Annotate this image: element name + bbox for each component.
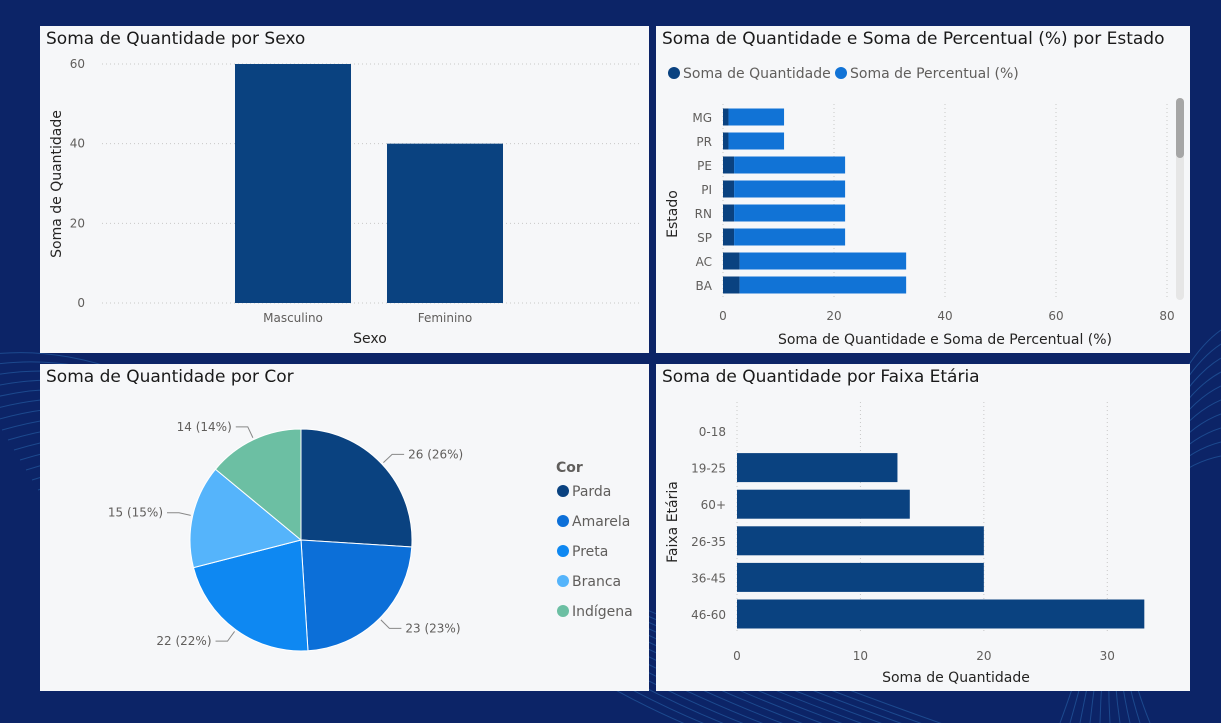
y-axis-title: Estado: [665, 190, 681, 238]
chart-estado: Soma de Quantidade Soma de Percentual (%)…: [665, 66, 1184, 348]
scrollbar-thumb[interactable]: [1176, 98, 1184, 158]
data-label: 26 (26%): [408, 447, 463, 461]
y-tick-label: 0-18: [699, 425, 726, 439]
bar-36-45[interactable]: [737, 562, 984, 592]
bar-rn-quantidade[interactable]: [723, 204, 735, 222]
bar-ac-percentual[interactable]: [739, 252, 907, 270]
panel-faixa[interactable]: Soma de Quantidade por Faixa Etária 0 10 2…: [656, 364, 1190, 691]
y-tick-label: 0: [77, 296, 85, 310]
y-tick-label: 36-45: [691, 571, 726, 585]
bar-pr-quantidade[interactable]: [723, 132, 729, 150]
y-tick-label: 20: [70, 216, 85, 230]
data-label: 15 (15%): [108, 506, 163, 520]
x-tick-label: 80: [1159, 309, 1174, 323]
y-tick-label: 46-60: [691, 608, 726, 622]
bar-ba-percentual[interactable]: [739, 276, 907, 294]
x-tick-label: 40: [937, 309, 952, 323]
x-tick-label: 0: [733, 649, 741, 663]
leader-line: [383, 453, 405, 464]
legend-marker: [557, 605, 569, 617]
bar-pe-quantidade[interactable]: [723, 156, 735, 174]
leader-line: [167, 512, 191, 516]
legend-label[interactable]: Indígena: [572, 604, 633, 620]
y-axis-title: Soma de Quantidade: [49, 110, 65, 258]
data-label: 22 (22%): [156, 634, 211, 648]
legend-label[interactable]: Amarela: [572, 514, 630, 530]
x-tick-label: 0: [719, 309, 727, 323]
bar-pe-percentual[interactable]: [734, 156, 846, 174]
bar-mg-percentual[interactable]: [728, 108, 785, 126]
bar-60plus[interactable]: [737, 489, 910, 519]
x-tick-label: 20: [826, 309, 841, 323]
panel-cor[interactable]: Soma de Quantidade por Cor 26 (26%) 23 (2…: [40, 364, 649, 691]
y-tick-label: 26-35: [691, 535, 726, 549]
x-axis-title: Sexo: [353, 331, 387, 347]
y-tick-label: PI: [701, 183, 712, 197]
leader-line: [235, 426, 254, 438]
bar-ba-quantidade[interactable]: [723, 276, 740, 294]
legend-marker: [835, 67, 847, 79]
panel-sexo[interactable]: Soma de Quantidade por Sexo 0 20 40 60 Mascu…: [40, 26, 649, 353]
pie-slice-amarela[interactable]: [300, 539, 413, 652]
bar-19-25[interactable]: [737, 453, 898, 483]
legend-label[interactable]: Branca: [572, 574, 621, 590]
legend-title: Cor: [556, 460, 583, 476]
bar-pi-quantidade[interactable]: [723, 180, 735, 198]
y-tick-label: RN: [695, 207, 712, 221]
chart-cor: 26 (26%) 23 (23%) 22 (22%) 15 (15%) 14 (14%)…: [108, 420, 633, 652]
y-tick-label: AC: [696, 255, 712, 269]
y-tick-label: 60+: [701, 498, 726, 512]
x-tick-label: 60: [1048, 309, 1063, 323]
legend-label[interactable]: Parda: [572, 484, 611, 500]
panel-estado[interactable]: Soma de Quantidade e Soma de Percentual …: [656, 26, 1190, 353]
x-tick-label: Masculino: [263, 311, 323, 325]
x-tick-label: 20: [976, 649, 991, 663]
y-tick-label: 40: [70, 137, 85, 151]
bar-rn-percentual[interactable]: [734, 204, 846, 222]
bar-feminino[interactable]: [387, 143, 503, 303]
bar-pr-percentual[interactable]: [728, 132, 785, 150]
data-label: 23 (23%): [405, 621, 460, 635]
bar-pi-percentual[interactable]: [734, 180, 846, 198]
leader-line: [215, 631, 235, 642]
x-tick-label: Feminino: [418, 311, 473, 325]
y-tick-label: 19-25: [691, 462, 726, 476]
pie-slice-parda[interactable]: [300, 428, 413, 548]
bar-26-35[interactable]: [737, 526, 984, 556]
legend-marker: [557, 515, 569, 527]
chart-sexo: 0 20 40 60 Masculino Feminino Sexo Soma de Quan…: [49, 57, 640, 347]
legend-marker: [557, 485, 569, 497]
legend-marker: [668, 67, 680, 79]
x-axis-title: Soma de Quantidade: [882, 670, 1030, 686]
y-tick-label: BA: [696, 279, 713, 293]
bar-sp-quantidade[interactable]: [723, 228, 735, 246]
x-tick-label: 10: [853, 649, 868, 663]
legend-label[interactable]: Preta: [572, 544, 608, 560]
y-tick-label: SP: [697, 231, 712, 245]
data-label: 14 (14%): [177, 420, 232, 434]
bar-ac-quantidade[interactable]: [723, 252, 740, 270]
leader-line: [380, 619, 402, 629]
bar-masculino[interactable]: [235, 64, 351, 303]
y-tick-label: MG: [692, 111, 712, 125]
legend-label[interactable]: Soma de Quantidade: [683, 66, 831, 82]
bar-mg-quantidade[interactable]: [723, 108, 729, 126]
chart-faixa: 0 10 20 30 0-18 19-25 60+ 26-35 36-45 46-60 Soma d…: [665, 402, 1145, 686]
y-axis-title: Faixa Etária: [665, 481, 681, 563]
x-tick-label: 30: [1100, 649, 1115, 663]
bar-sp-percentual[interactable]: [734, 228, 846, 246]
legend-marker: [557, 545, 569, 557]
y-tick-label: 60: [70, 57, 85, 71]
legend-label[interactable]: Soma de Percentual (%): [850, 66, 1019, 82]
x-axis-title: Soma de Quantidade e Soma de Percentual …: [778, 332, 1112, 348]
legend-marker: [557, 575, 569, 587]
y-tick-label: PE: [697, 159, 712, 173]
bar-46-60[interactable]: [737, 599, 1145, 629]
y-tick-label: PR: [696, 135, 712, 149]
